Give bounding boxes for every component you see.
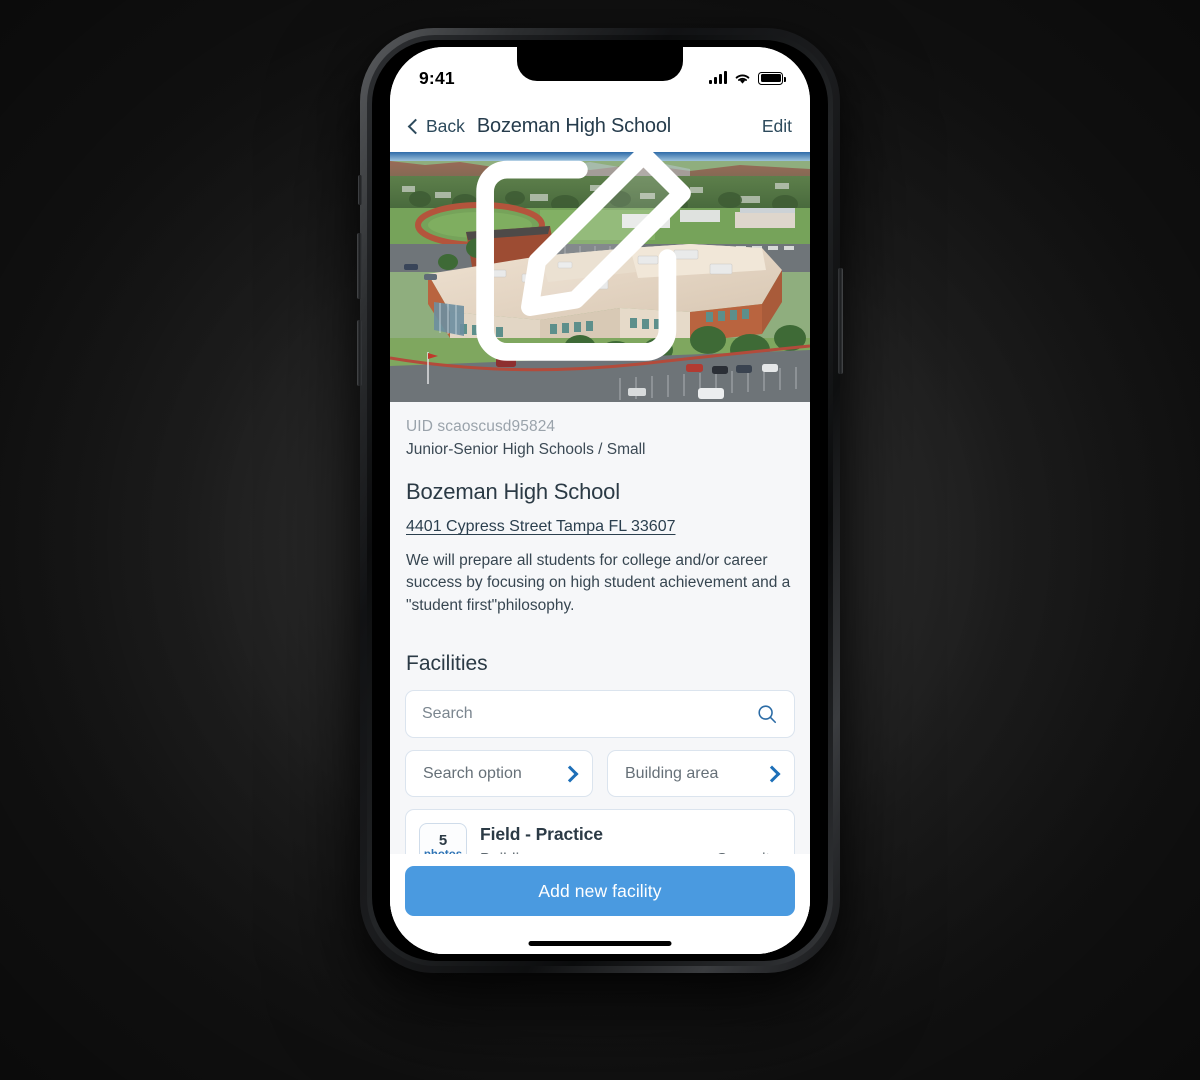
phone-device-frame: 9:41 Back Bozeman High School Edit UID s… xyxy=(357,28,843,973)
home-indicator[interactable] xyxy=(528,941,672,946)
search-option-filter-label: Search option xyxy=(423,764,522,782)
school-address-link[interactable]: 4401 Cypress Street Tampa FL 33607 xyxy=(406,518,676,536)
school-info-block: UID scaoscusd95824 Junior-Senior High Sc… xyxy=(390,402,810,618)
search-option-filter[interactable]: Search option xyxy=(405,750,593,798)
chevron-right-icon xyxy=(765,767,778,780)
chevron-right-icon xyxy=(563,767,576,780)
search-field-container[interactable] xyxy=(405,690,795,739)
display-notch xyxy=(517,47,683,81)
battery-full-icon xyxy=(758,71,786,85)
search-input[interactable] xyxy=(422,705,756,724)
school-name-heading: Bozeman High School xyxy=(406,479,620,504)
building-area-filter[interactable]: Building area xyxy=(607,750,795,798)
building-area-filter-label: Building area xyxy=(625,764,719,782)
phone-screen: 9:41 Back Bozeman High School Edit UID s… xyxy=(390,47,810,954)
facility-name: Field - Practice xyxy=(480,824,603,845)
chevron-left-icon xyxy=(408,118,419,136)
volume-up-button[interactable] xyxy=(357,233,362,299)
back-button[interactable]: Back xyxy=(408,116,465,137)
status-bar-time: 9:41 xyxy=(419,67,455,88)
status-bar-icons xyxy=(709,71,786,85)
hero-image[interactable] xyxy=(390,152,810,402)
school-category: Junior-Senior High Schools / Small xyxy=(406,441,646,458)
detail-scroll-content[interactable]: UID scaoscusd95824 Junior-Senior High Sc… xyxy=(390,402,810,954)
back-button-label: Back xyxy=(426,116,465,136)
facilities-filter-row: Search option Building area xyxy=(390,738,810,798)
pencil-square-edit-icon[interactable] xyxy=(390,152,792,380)
wifi-icon xyxy=(735,73,750,84)
school-uid: UID scaoscusd95824 xyxy=(406,418,556,435)
power-button[interactable] xyxy=(838,268,843,374)
page-title: Bozeman High School xyxy=(476,115,671,137)
photo-count-value: 5 xyxy=(438,832,448,850)
facilities-search-wrap xyxy=(390,690,810,739)
edit-button[interactable]: Edit xyxy=(762,116,792,137)
facilities-section-title: Facilities xyxy=(406,652,488,676)
school-description: We will prepare all students for college… xyxy=(406,552,791,614)
add-new-facility-button[interactable]: Add new facility xyxy=(405,866,795,916)
navigation-bar: Back Bozeman High School Edit xyxy=(390,101,810,152)
silent-switch-button[interactable] xyxy=(358,175,362,205)
bottom-action-bar: Add new facility xyxy=(390,854,810,954)
search-icon[interactable] xyxy=(756,703,778,725)
volume-down-button[interactable] xyxy=(357,320,362,386)
cellular-signal-icon xyxy=(709,71,727,84)
